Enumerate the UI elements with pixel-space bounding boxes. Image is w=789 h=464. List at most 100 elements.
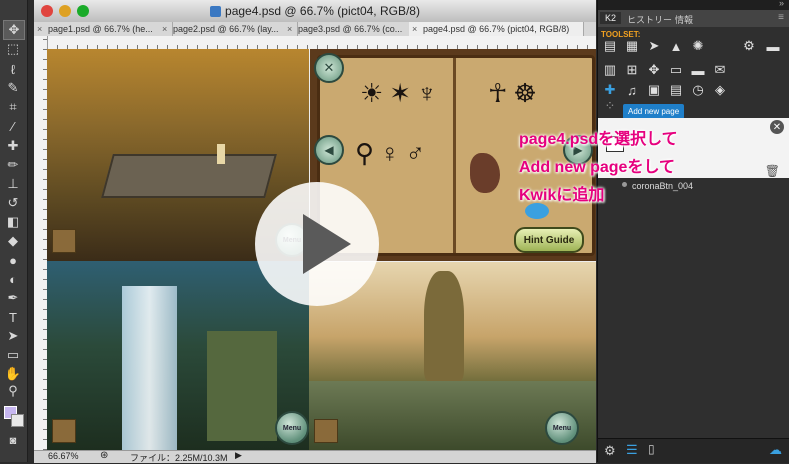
close-book-button[interactable]: ✕ <box>314 53 344 83</box>
settings-folder-icon[interactable]: ⚙ <box>740 38 758 54</box>
hand-tool-icon[interactable]: ✋ <box>3 365 23 383</box>
close-tab-icon[interactable]: × <box>37 22 42 36</box>
layer-name: coronaBtn_004 <box>632 181 694 191</box>
overlay-line-2: Add new pageをして <box>519 159 675 176</box>
panel-collapse-icon[interactable]: » <box>779 0 784 8</box>
tab-k2[interactable]: K2 <box>600 12 622 24</box>
brush-tool-icon[interactable]: ✏ <box>3 156 23 174</box>
document-tabs: × page1.psd @ 66.7% (he... × page2.psd @ 6… <box>34 22 596 37</box>
film-icon[interactable]: ▣ <box>645 82 663 98</box>
window-title: page4.psd @ 66.7% (pict04, RGB/8) <box>34 4 596 18</box>
stone-table <box>101 154 277 198</box>
type-tool-icon[interactable]: T <box>3 308 23 326</box>
eyedropper-tool-icon[interactable]: ⁄ <box>3 117 23 135</box>
clone-stamp-tool-icon[interactable]: ⊥ <box>3 175 23 193</box>
layers-icon[interactable]: ▥ <box>601 62 619 78</box>
folder-icon[interactable]: ▬ <box>764 38 782 54</box>
document-canvas[interactable]: ☀✶♆ ⚲♀♂ ☥☸ ✕ ◀ ▶ Hint Guide Menu Menu Me… <box>47 49 596 450</box>
stack-icon[interactable]: ◈ <box>711 82 729 98</box>
file-size: ファイル：2.25M/10.3M <box>130 453 228 463</box>
loading-icon: ⁘ <box>604 98 616 113</box>
menu-button[interactable]: Menu <box>275 411 309 445</box>
add-page-icon[interactable]: ✚ <box>601 82 619 98</box>
quick-select-tool-icon[interactable]: ✎ <box>3 79 23 97</box>
music-icon[interactable]: ♫ <box>623 82 641 98</box>
tab-page3[interactable]: × page3.psd @ 66.7% (co... <box>284 22 423 36</box>
status-bar: 66.67% ⊛ ファイル：2.25M/10.3M ▶ <box>34 450 596 463</box>
treasure-chest-icon <box>52 229 76 253</box>
tab-page4[interactable]: × page4.psd @ 66.7% (pict04, RGB/8) <box>409 22 584 36</box>
terminal-icon[interactable]: ▭ <box>667 62 685 78</box>
panel-header: » <box>598 0 789 10</box>
close-tab-icon[interactable]: × <box>287 22 292 36</box>
scene-icon[interactable]: ⊞ <box>623 62 641 78</box>
rock-pillar <box>424 271 464 381</box>
atom-icon[interactable]: ✺ <box>689 38 707 54</box>
tab-page1[interactable]: × page1.psd @ 66.7% (he... <box>34 22 173 36</box>
glyph-beetle: ☥☸ <box>488 78 543 108</box>
marquee-tool-icon[interactable]: ⬚ <box>3 40 23 58</box>
menu-button[interactable]: Menu <box>545 411 579 445</box>
database-icon[interactable]: ☰ <box>626 442 638 458</box>
trash-icon[interactable]: 🗑 <box>765 164 780 178</box>
card-icon[interactable]: ▬ <box>689 62 707 78</box>
title-bar: page4.psd @ 66.7% (pict04, RGB/8) <box>34 0 596 23</box>
crop-tool-icon[interactable]: ⌗ <box>3 98 23 116</box>
overlay-line-1: page4.psdを選択して <box>519 131 678 148</box>
paint-bucket-tool-icon[interactable]: ◆ <box>3 232 23 250</box>
zoom-tool-icon[interactable]: ⚲ <box>3 382 23 400</box>
cursor-icon[interactable]: ➤ <box>645 38 663 54</box>
layer-bullet-icon <box>622 182 627 187</box>
dodge-tool-icon[interactable]: ◐ <box>3 270 23 288</box>
status-icon[interactable]: ⊛ <box>100 450 108 461</box>
previous-page-button[interactable]: ◀ <box>314 135 344 165</box>
eraser-tool-icon[interactable]: ◧ <box>3 213 23 231</box>
lasso-tool-icon[interactable]: ℓ <box>3 60 23 78</box>
gear-icon[interactable]: ⚙ <box>604 443 616 459</box>
status-arrow-icon[interactable]: ▶ <box>235 450 242 461</box>
k2-panel: » K2 ヒストリー 情報 ≡ TOOLSET: ▤ ▦ ➤ ▲ ✺ ⚙ ▬ ▥… <box>597 0 789 463</box>
close-icon[interactable]: ✕ <box>770 120 784 134</box>
timer-icon[interactable]: ◷ <box>689 82 707 98</box>
background-color-swatch[interactable] <box>11 414 24 427</box>
tab-history[interactable]: ヒストリー <box>622 12 677 27</box>
page-list-icon[interactable]: ▤ <box>601 38 619 54</box>
tab-info[interactable]: 情報 <box>670 12 698 27</box>
shape-tool-icon[interactable]: ▭ <box>3 346 23 364</box>
candle <box>217 144 225 164</box>
panel-footer: ⚙ ☰ ▯ ☁ <box>598 438 789 463</box>
grid-icon[interactable]: ▦ <box>623 38 641 54</box>
healing-brush-tool-icon[interactable]: ✚ <box>3 137 23 155</box>
butterfly <box>525 203 549 219</box>
play-icon <box>303 214 351 274</box>
rocket-icon[interactable]: ▲ <box>667 38 685 54</box>
layer-row[interactable]: coronaBtn_004 <box>598 178 789 196</box>
document-window: page4.psd @ 66.7% (pict04, RGB/8) × page1… <box>34 0 596 463</box>
blur-tool-icon[interactable]: ● <box>3 251 23 269</box>
ruler-vertical <box>34 36 48 450</box>
cloud-icon[interactable]: ☁ <box>769 442 782 458</box>
close-tab-icon[interactable]: × <box>162 22 167 36</box>
dried-flower <box>470 153 500 193</box>
panel-menu-icon[interactable]: ≡ <box>778 12 784 23</box>
arrows-icon[interactable]: ✥ <box>645 62 663 78</box>
hint-guide-button[interactable]: Hint Guide <box>514 227 584 253</box>
treasure-chest-icon <box>52 419 76 443</box>
video-icon[interactable]: ▤ <box>667 82 685 98</box>
pen-tool-icon[interactable]: ✒ <box>3 289 23 307</box>
book-spine <box>453 58 456 253</box>
zoom-level[interactable]: 66.67% <box>48 451 79 461</box>
quick-mask-icon[interactable]: ◙ <box>3 432 23 450</box>
history-brush-tool-icon[interactable]: ↺ <box>3 194 23 212</box>
play-overlay-button[interactable] <box>255 182 379 306</box>
tools-panel: ✥ ⬚ ℓ ✎ ⌗ ⁄ ✚ ✏ ⊥ ↺ ◧ ◆ ● ◐ ✒ T ➤ ▭ ✋ ⚲ … <box>0 0 28 462</box>
move-tool-icon[interactable]: ✥ <box>3 20 25 40</box>
path-select-tool-icon[interactable]: ➤ <box>3 327 23 345</box>
glyph-people: ⚲♀♂ <box>355 138 432 168</box>
chat-icon[interactable]: ✉ <box>711 62 729 78</box>
waterfall <box>122 286 177 450</box>
panel-empty-area <box>598 196 789 438</box>
tab-page2[interactable]: × page2.psd @ 66.7% (lay... <box>159 22 298 36</box>
close-tab-icon[interactable]: × <box>412 22 417 36</box>
document-icon[interactable]: ▯ <box>648 442 655 456</box>
